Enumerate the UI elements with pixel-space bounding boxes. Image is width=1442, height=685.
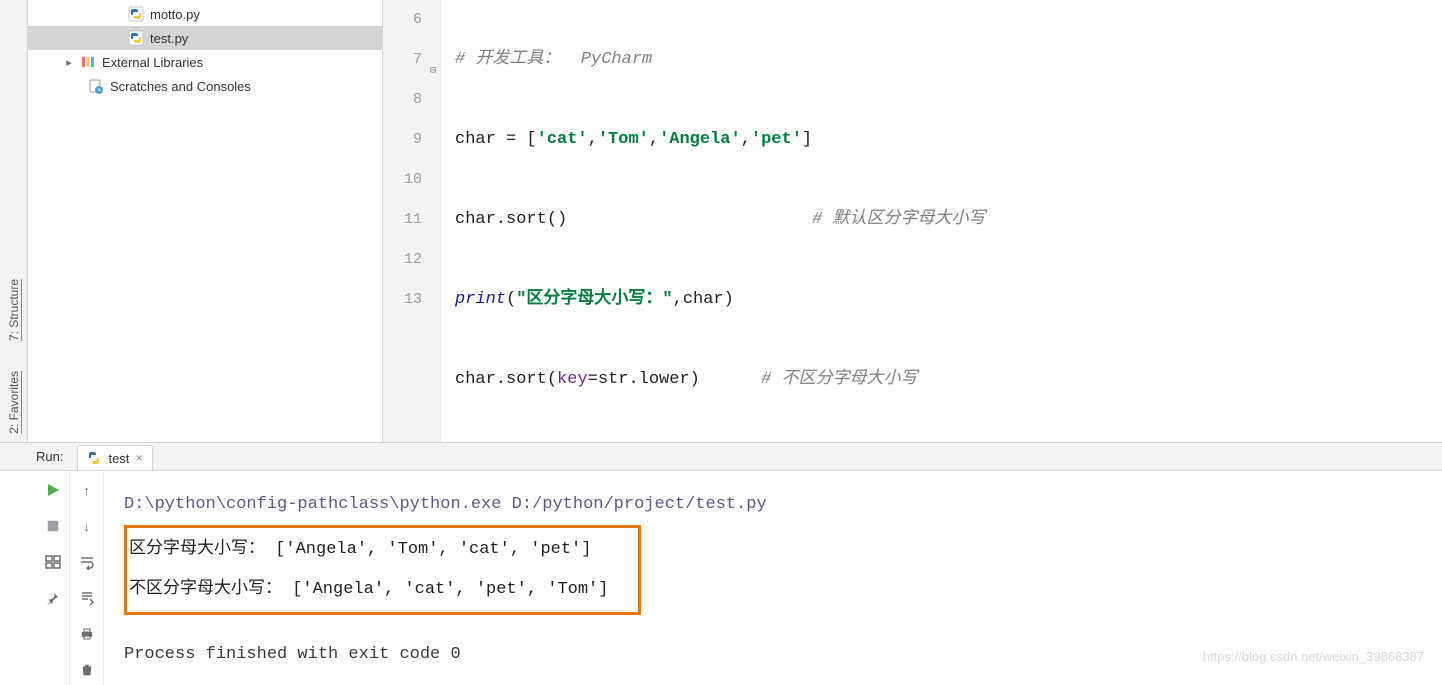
down-icon[interactable]: ↓ [78,517,96,535]
tree-item-test[interactable]: test.py [28,26,382,50]
run-config-tab[interactable]: test × [77,445,153,470]
chevron-right-icon: ▸ [64,56,74,69]
tree-item-label: External Libraries [102,55,203,70]
code-editor[interactable]: 6 ⊟7 8 9 10 11 12 13 # 开发工具： PyCharm cha… [383,0,1442,442]
watermark: https://blog.csdn.net/weixin_39868387 [1203,637,1424,677]
run-icon[interactable] [44,481,62,499]
line-gutter: 6 ⊟7 8 9 10 11 12 13 [383,0,441,442]
python-file-icon [128,30,144,46]
stop-icon[interactable] [44,517,62,535]
run-label: Run: [36,449,63,464]
tree-item-motto[interactable]: motto.py [28,2,382,26]
scroll-to-end-icon[interactable] [78,589,96,607]
console-line: 区分字母大小写： ['Angela', 'Tom', 'cat', 'pet'] [129,530,608,570]
tree-item-label: Scratches and Consoles [110,79,251,94]
print-icon[interactable] [78,625,96,643]
fold-marker-icon[interactable]: ⊟ [426,52,436,62]
scratches-icon [88,78,104,94]
console-output[interactable]: D:\python\config-pathclass\python.exe D:… [104,471,1442,685]
tree-item-label: test.py [150,31,188,46]
up-icon[interactable]: ↑ [78,481,96,499]
favorites-tool-button[interactable]: 2: Favorites [7,371,21,434]
python-file-icon [128,6,144,22]
tree-item-scratches[interactable]: Scratches and Consoles [28,74,382,98]
structure-tool-button[interactable]: 7: Structure [7,279,21,341]
code-area[interactable]: # 开发工具： PyCharm char = ['cat','Tom','Ang… [441,0,1442,442]
close-icon[interactable]: × [135,451,142,465]
run-toolbar-right: ↑ ↓ [70,471,104,685]
run-tab-label: test [108,451,129,466]
project-tree[interactable]: motto.py test.py ▸ External Libraries S [28,0,383,442]
console-command: D:\python\config-pathclass\python.exe D:… [124,485,1432,525]
code-comment: # 开发工具： PyCharm [455,50,652,69]
pin-icon[interactable] [44,589,62,607]
run-panel: Run: test × ↑ ↓ [0,442,1442,685]
run-toolbar-left [36,471,70,685]
console-line: 不区分字母大小写： ['Angela', 'cat', 'pet', 'Tom'… [129,570,608,610]
trash-icon[interactable] [78,661,96,679]
tree-item-external-libraries[interactable]: ▸ External Libraries [28,50,382,74]
run-tab-bar: Run: test × [0,443,1442,471]
left-tool-stripe: 7: Structure 2: Favorites [0,0,28,442]
tree-item-label: motto.py [150,7,200,22]
libraries-icon [80,54,96,70]
python-file-icon [86,450,102,466]
highlighted-output: 区分字母大小写： ['Angela', 'Tom', 'cat', 'pet']… [124,525,641,615]
wrap-icon[interactable] [78,553,96,571]
layout-icon[interactable] [44,553,62,571]
